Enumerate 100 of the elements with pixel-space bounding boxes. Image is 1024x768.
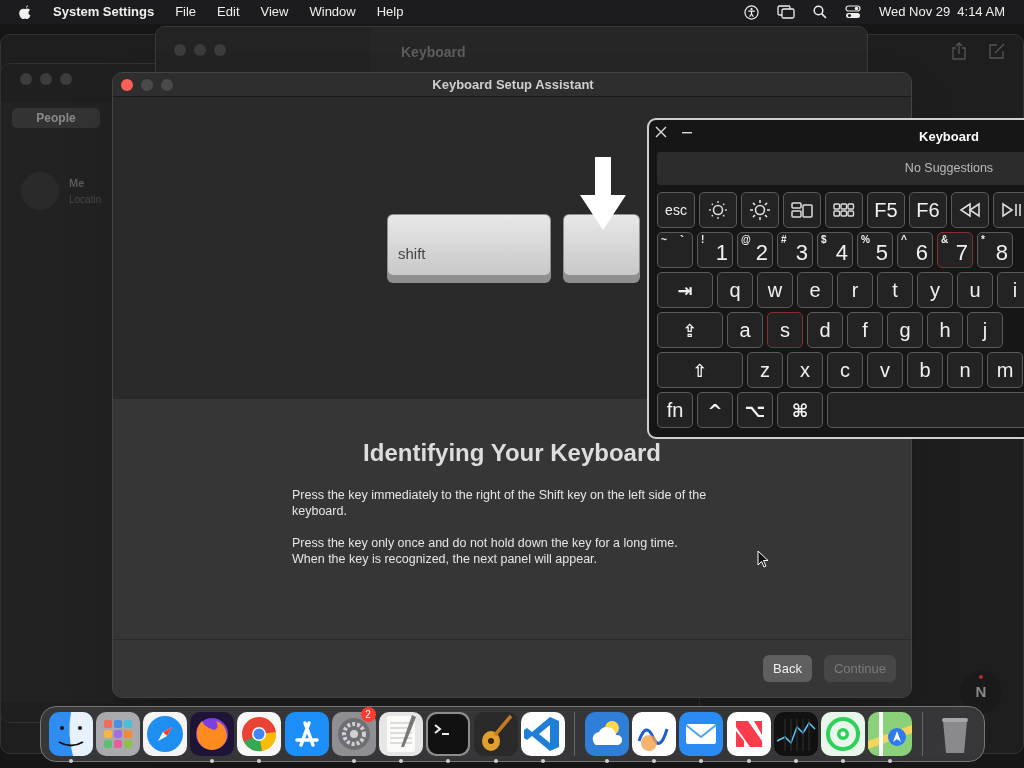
terminal-icon[interactable]	[425, 711, 472, 757]
keyboard-key[interactable]: y	[917, 272, 953, 308]
keyboard-key[interactable]: f	[847, 312, 883, 348]
menu-item[interactable]: View	[260, 2, 289, 22]
compass-letter: N	[975, 681, 987, 702]
flame-globe-icon[interactable]	[189, 711, 236, 757]
compass-control[interactable]: N	[960, 671, 1002, 713]
squiggle-icon[interactable]	[631, 711, 678, 757]
back-button[interactable]: Back	[763, 655, 812, 682]
people-tab[interactable]: People	[12, 108, 100, 128]
screen-mirroring-icon[interactable]	[777, 5, 795, 19]
menu-bar-clock[interactable]: 4:14 AM	[957, 2, 1005, 22]
keyboard-key[interactable]: fn	[657, 392, 693, 428]
keyboard-key[interactable]: ⇪	[657, 312, 723, 348]
sun-icon	[748, 198, 772, 222]
shift-character: #	[781, 233, 787, 247]
keyboard-key[interactable]: ⌘	[777, 392, 823, 428]
notepad-icon[interactable]	[378, 711, 425, 757]
keyboard-key[interactable]: m	[987, 352, 1023, 388]
keyboard-key[interactable]: v	[867, 352, 903, 388]
keyboard-key[interactable]: # 3	[777, 232, 813, 268]
window-title: Keyboard Setup Assistant	[431, 75, 595, 94]
crossed-sticks-icon[interactable]	[283, 711, 330, 757]
app-grid-icon[interactable]	[94, 711, 141, 757]
keyboard-key[interactable]: t	[877, 272, 913, 308]
keyboard-key[interactable]: esc	[657, 192, 695, 228]
keyboard-key[interactable]: % 5	[857, 232, 893, 268]
keyboard-key[interactable]: z	[747, 352, 783, 388]
function-key[interactable]	[741, 192, 779, 228]
keyboard-key[interactable]: $ 4	[817, 232, 853, 268]
instruction-text: Press the key only once and do not hold down the key for a long time. When the key is recognized, the next panel will appear.	[292, 535, 679, 567]
key-character: `	[680, 233, 684, 249]
shift-character: %	[861, 233, 870, 247]
keyboard-key[interactable]: ⇥	[657, 272, 713, 308]
keyboard-key[interactable]: a	[727, 312, 763, 348]
keyboard-key[interactable]: u	[957, 272, 993, 308]
keyboard-key[interactable]: b	[907, 352, 943, 388]
function-key[interactable]	[993, 192, 1024, 228]
keyboard-key[interactable]: d	[807, 312, 843, 348]
compass-icon[interactable]	[142, 711, 189, 757]
keyboard-key[interactable]: ⌥	[737, 392, 773, 428]
apple-icon[interactable]	[18, 4, 32, 20]
heading: Identifying Your Keyboard	[363, 438, 661, 468]
code-ribbon-icon[interactable]	[519, 711, 566, 757]
toggles-icon[interactable]	[845, 5, 861, 19]
contact-name: Me	[69, 176, 86, 192]
close-icon[interactable]	[655, 126, 667, 138]
map-icon[interactable]	[867, 711, 914, 757]
shift-character: @	[741, 233, 751, 247]
smiling-face-icon[interactable]	[47, 711, 94, 757]
minimize-icon[interactable]	[682, 132, 692, 134]
keyboard-key[interactable]: h	[927, 312, 963, 348]
keyboard-key[interactable]: ⇧	[657, 352, 743, 388]
keyboard-key[interactable]: n	[947, 352, 983, 388]
function-key[interactable]	[951, 192, 989, 228]
keyboard-key[interactable]: ^	[697, 392, 733, 428]
function-key[interactable]	[699, 192, 737, 228]
keyboard-key[interactable]: @ 2	[737, 232, 773, 268]
window-title: Keyboard	[401, 43, 466, 62]
keyboard-key[interactable]: r	[837, 272, 873, 308]
accessibility-icon[interactable]	[744, 4, 759, 20]
keyboard-key[interactable]: F6	[909, 192, 947, 228]
keyboard-key[interactable]: ! 1	[697, 232, 733, 268]
cloud-sun-icon[interactable]	[584, 711, 630, 757]
envelope-icon[interactable]	[678, 711, 725, 757]
keyboard-key[interactable]: j	[967, 312, 1003, 348]
keyboard-key[interactable]: g	[887, 312, 923, 348]
key-character: 7	[955, 240, 968, 266]
keyboard-key[interactable]: x	[787, 352, 823, 388]
stock-chart-icon[interactable]	[772, 711, 819, 757]
key-character: 1	[715, 240, 728, 266]
guitar-icon[interactable]	[472, 711, 519, 757]
keyboard-key[interactable]: ^ 6	[897, 232, 933, 268]
keyboard-key[interactable]: & 7	[937, 232, 973, 268]
keyboard-key[interactable]: * 8	[977, 232, 1013, 268]
menu-item[interactable]: Window	[309, 2, 356, 22]
shift-character: !	[701, 233, 705, 247]
keyboard-key[interactable]: e	[797, 272, 833, 308]
ribbon-icon[interactable]	[725, 711, 772, 757]
radar-icon[interactable]	[820, 711, 867, 757]
keyboard-key[interactable]: c	[827, 352, 863, 388]
function-key[interactable]	[783, 192, 821, 228]
keyboard-key[interactable]: F5	[867, 192, 905, 228]
menu-item[interactable]: Help	[376, 2, 404, 22]
key-character: 2	[755, 240, 768, 266]
key-character: 4	[835, 240, 848, 266]
close-button[interactable]	[121, 78, 133, 91]
keyboard-key[interactable]: w	[757, 272, 793, 308]
keyboard-key[interactable]: s	[767, 312, 803, 348]
keyboard-key[interactable]: i	[997, 272, 1024, 308]
menu-bar-date[interactable]: Wed Nov 29	[879, 2, 951, 22]
app-menu[interactable]: System Settings	[53, 2, 155, 22]
menu-item[interactable]: Edit	[217, 2, 240, 22]
search-icon[interactable]	[813, 5, 827, 19]
function-key[interactable]	[825, 192, 863, 228]
menu-item[interactable]: File	[175, 2, 197, 22]
keyboard-key[interactable]: q	[717, 272, 753, 308]
shift-character: *	[981, 233, 985, 247]
gear-icon[interactable]	[330, 711, 377, 757]
keyboard-key[interactable]: ~ `	[657, 232, 693, 268]
